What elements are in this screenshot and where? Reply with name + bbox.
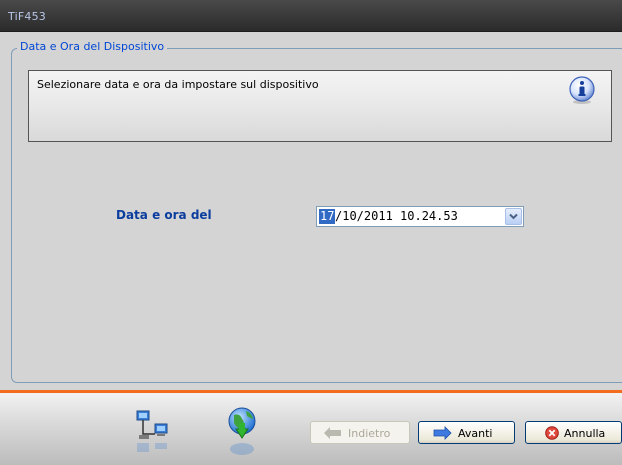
datetime-value[interactable]: /10/2011 10.24.53 — [335, 209, 458, 224]
back-button[interactable]: Indietro — [310, 421, 410, 444]
chevron-down-icon — [509, 213, 518, 220]
info-message: Selezionare data e ora da impostare sul … — [37, 78, 319, 91]
info-icon — [569, 76, 595, 104]
groupbox-legend: Data e Ora del Dispositivo — [17, 40, 168, 53]
datetime-day-selected[interactable]: 17 — [319, 209, 336, 224]
title-bar: TiF453 — [0, 0, 622, 32]
dropdown-button[interactable] — [505, 208, 522, 225]
network-icon — [136, 410, 168, 452]
main-panel: Data e Ora del Dispositivo Selezionare d… — [0, 32, 622, 394]
arrow-right-icon — [433, 426, 452, 440]
footer-bar: Indietro Avanti Annulla — [0, 393, 622, 465]
arrow-left-icon — [324, 427, 341, 439]
next-button[interactable]: Avanti — [418, 421, 515, 444]
date-label: Data e ora del — [116, 208, 212, 222]
globe-download-icon — [228, 407, 256, 455]
window-title: TiF453 — [8, 10, 46, 23]
cancel-icon — [545, 426, 559, 440]
info-box: Selezionare data e ora da impostare sul … — [28, 70, 612, 142]
back-label: Indietro — [348, 427, 391, 440]
datetime-picker[interactable]: 17 /10/2011 10.24.53 — [316, 206, 524, 227]
next-label: Avanti — [458, 427, 493, 440]
cancel-label: Annulla — [564, 427, 606, 440]
cancel-button[interactable]: Annulla — [525, 421, 622, 444]
